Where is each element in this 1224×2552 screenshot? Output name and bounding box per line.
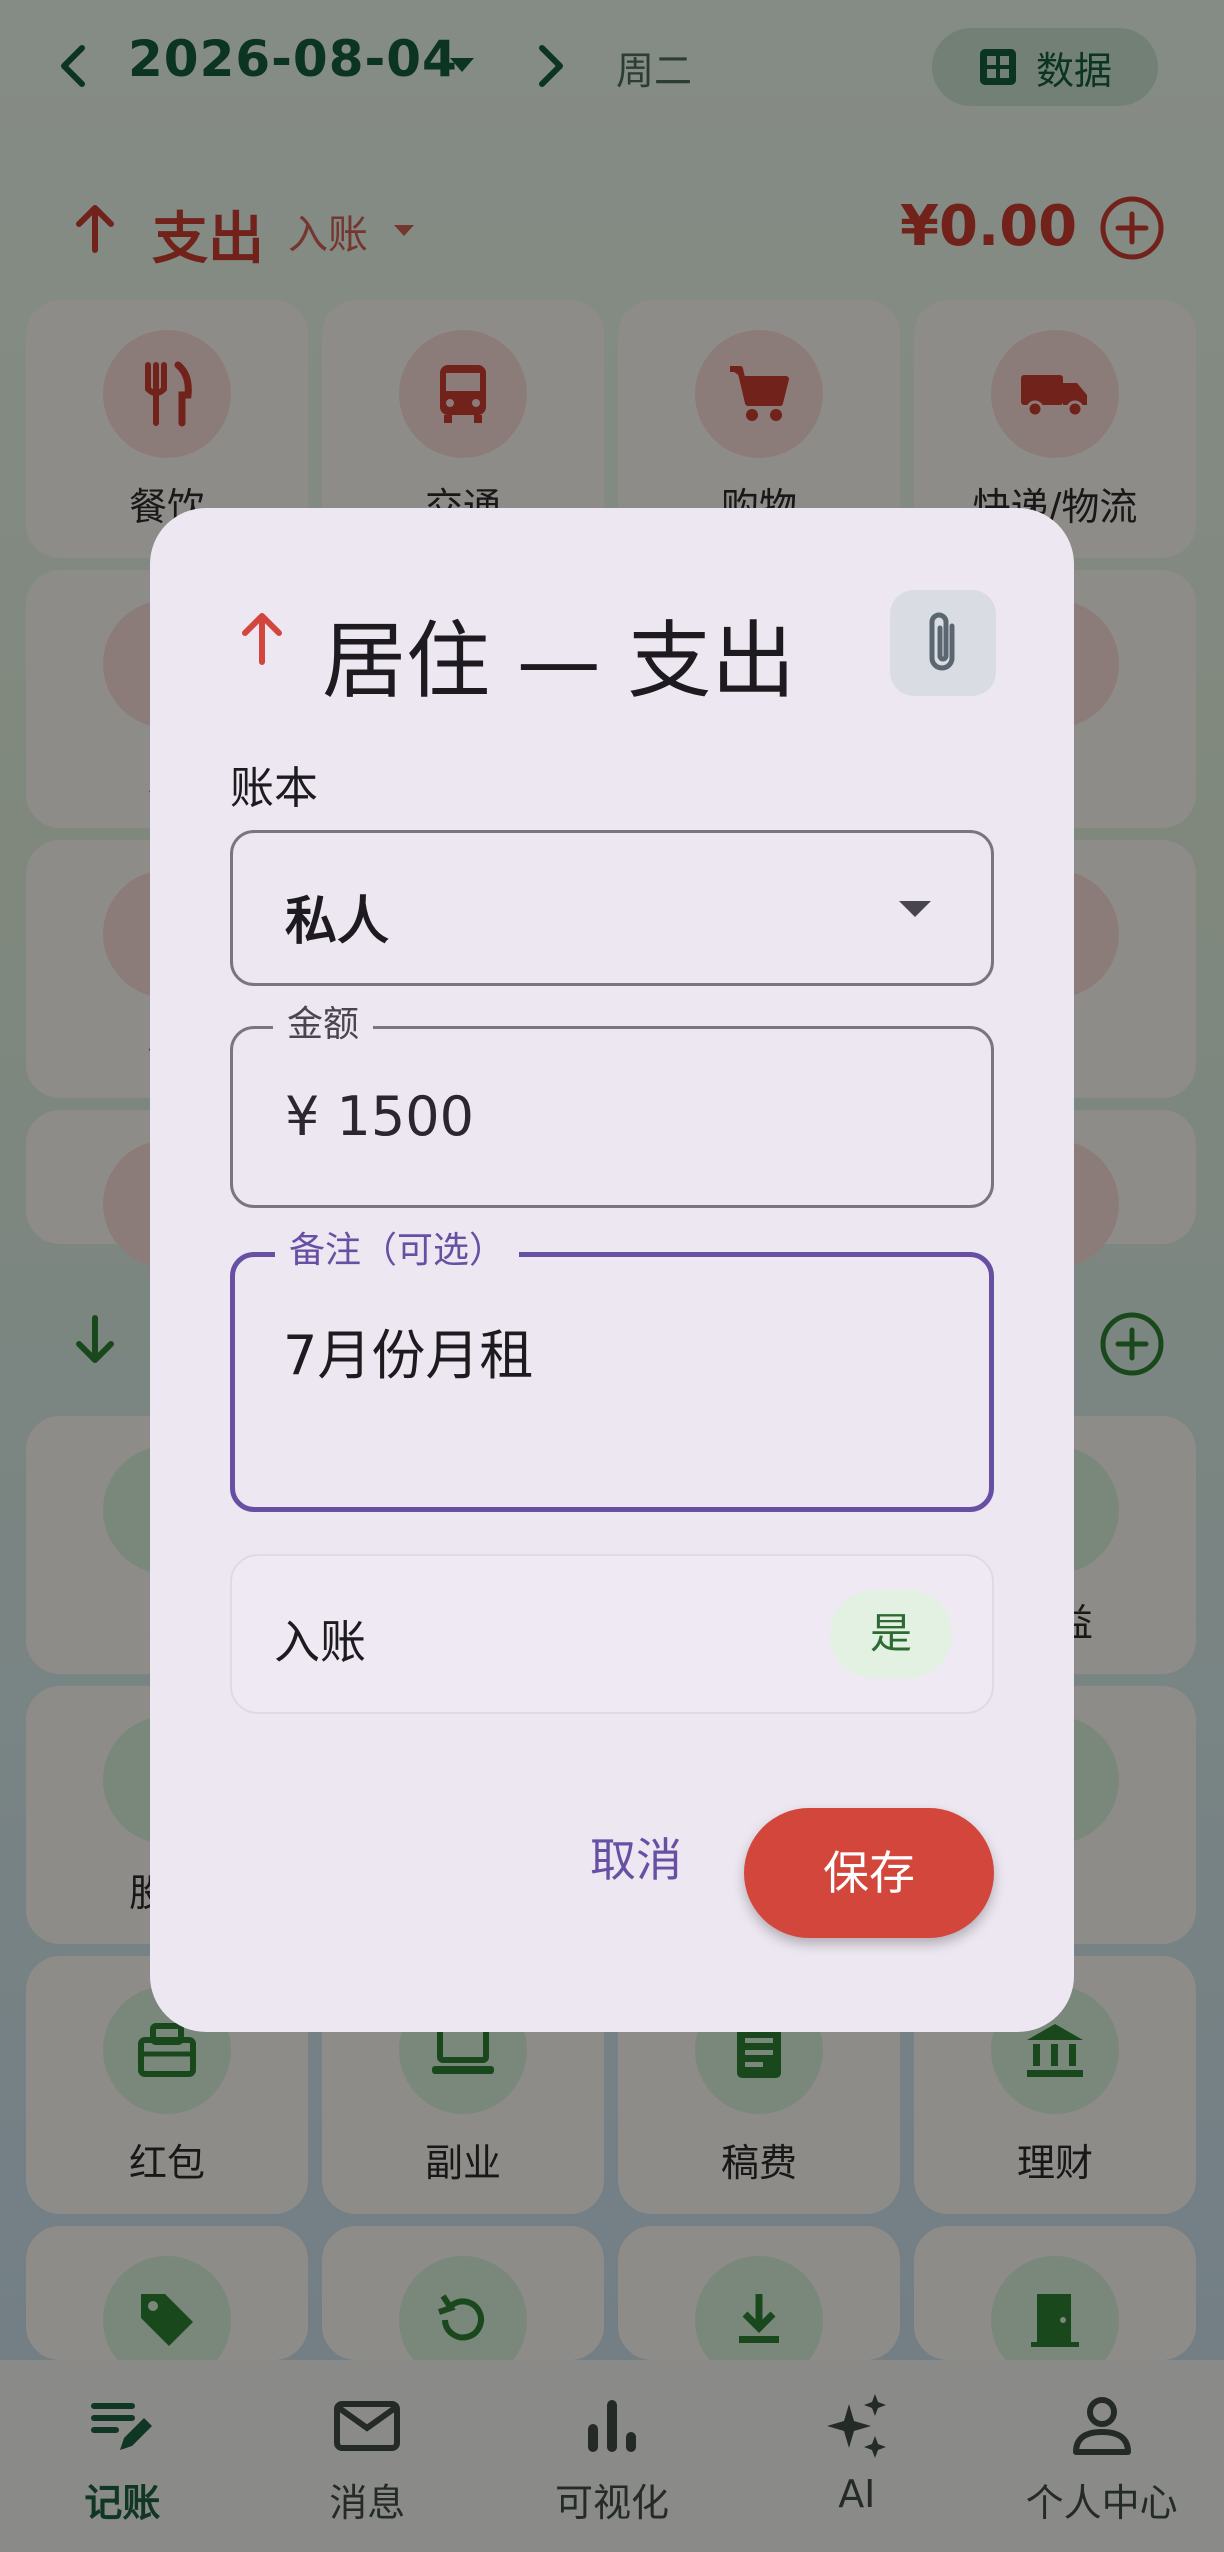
- note-field[interactable]: 备注（可选） 7月份月租: [230, 1227, 994, 1512]
- amount-value: ¥ 1500: [285, 1085, 474, 1148]
- ledger-label: 账本: [230, 763, 318, 814]
- post-label: 入账: [274, 1615, 366, 1669]
- note-value: 7月份月租: [283, 1324, 534, 1387]
- note-label: 备注（可选）: [275, 1227, 520, 1275]
- paperclip-icon: [929, 612, 955, 671]
- dropdown-arrow-icon: [895, 893, 935, 923]
- attachment-button[interactable]: [890, 590, 996, 696]
- dialog-title: 居住 — 支出: [322, 612, 796, 710]
- ledger-value: 私人: [285, 892, 390, 952]
- transaction-dialog: 居住 — 支出 账本 私人 金额 ¥ 1500 备注（可选） 7月份月租 入账 …: [150, 508, 1074, 2032]
- post-to-ledger-row[interactable]: 入账 是: [230, 1554, 994, 1714]
- ledger-select[interactable]: 私人: [230, 830, 994, 986]
- cancel-button[interactable]: 取消: [546, 1814, 726, 1906]
- arrow-up-icon: [236, 608, 288, 668]
- amount-field[interactable]: 金额 ¥ 1500: [230, 1001, 994, 1208]
- post-status-chip[interactable]: 是: [830, 1590, 952, 1678]
- save-button[interactable]: 保存: [744, 1808, 994, 1938]
- amount-label: 金额: [273, 1001, 374, 1049]
